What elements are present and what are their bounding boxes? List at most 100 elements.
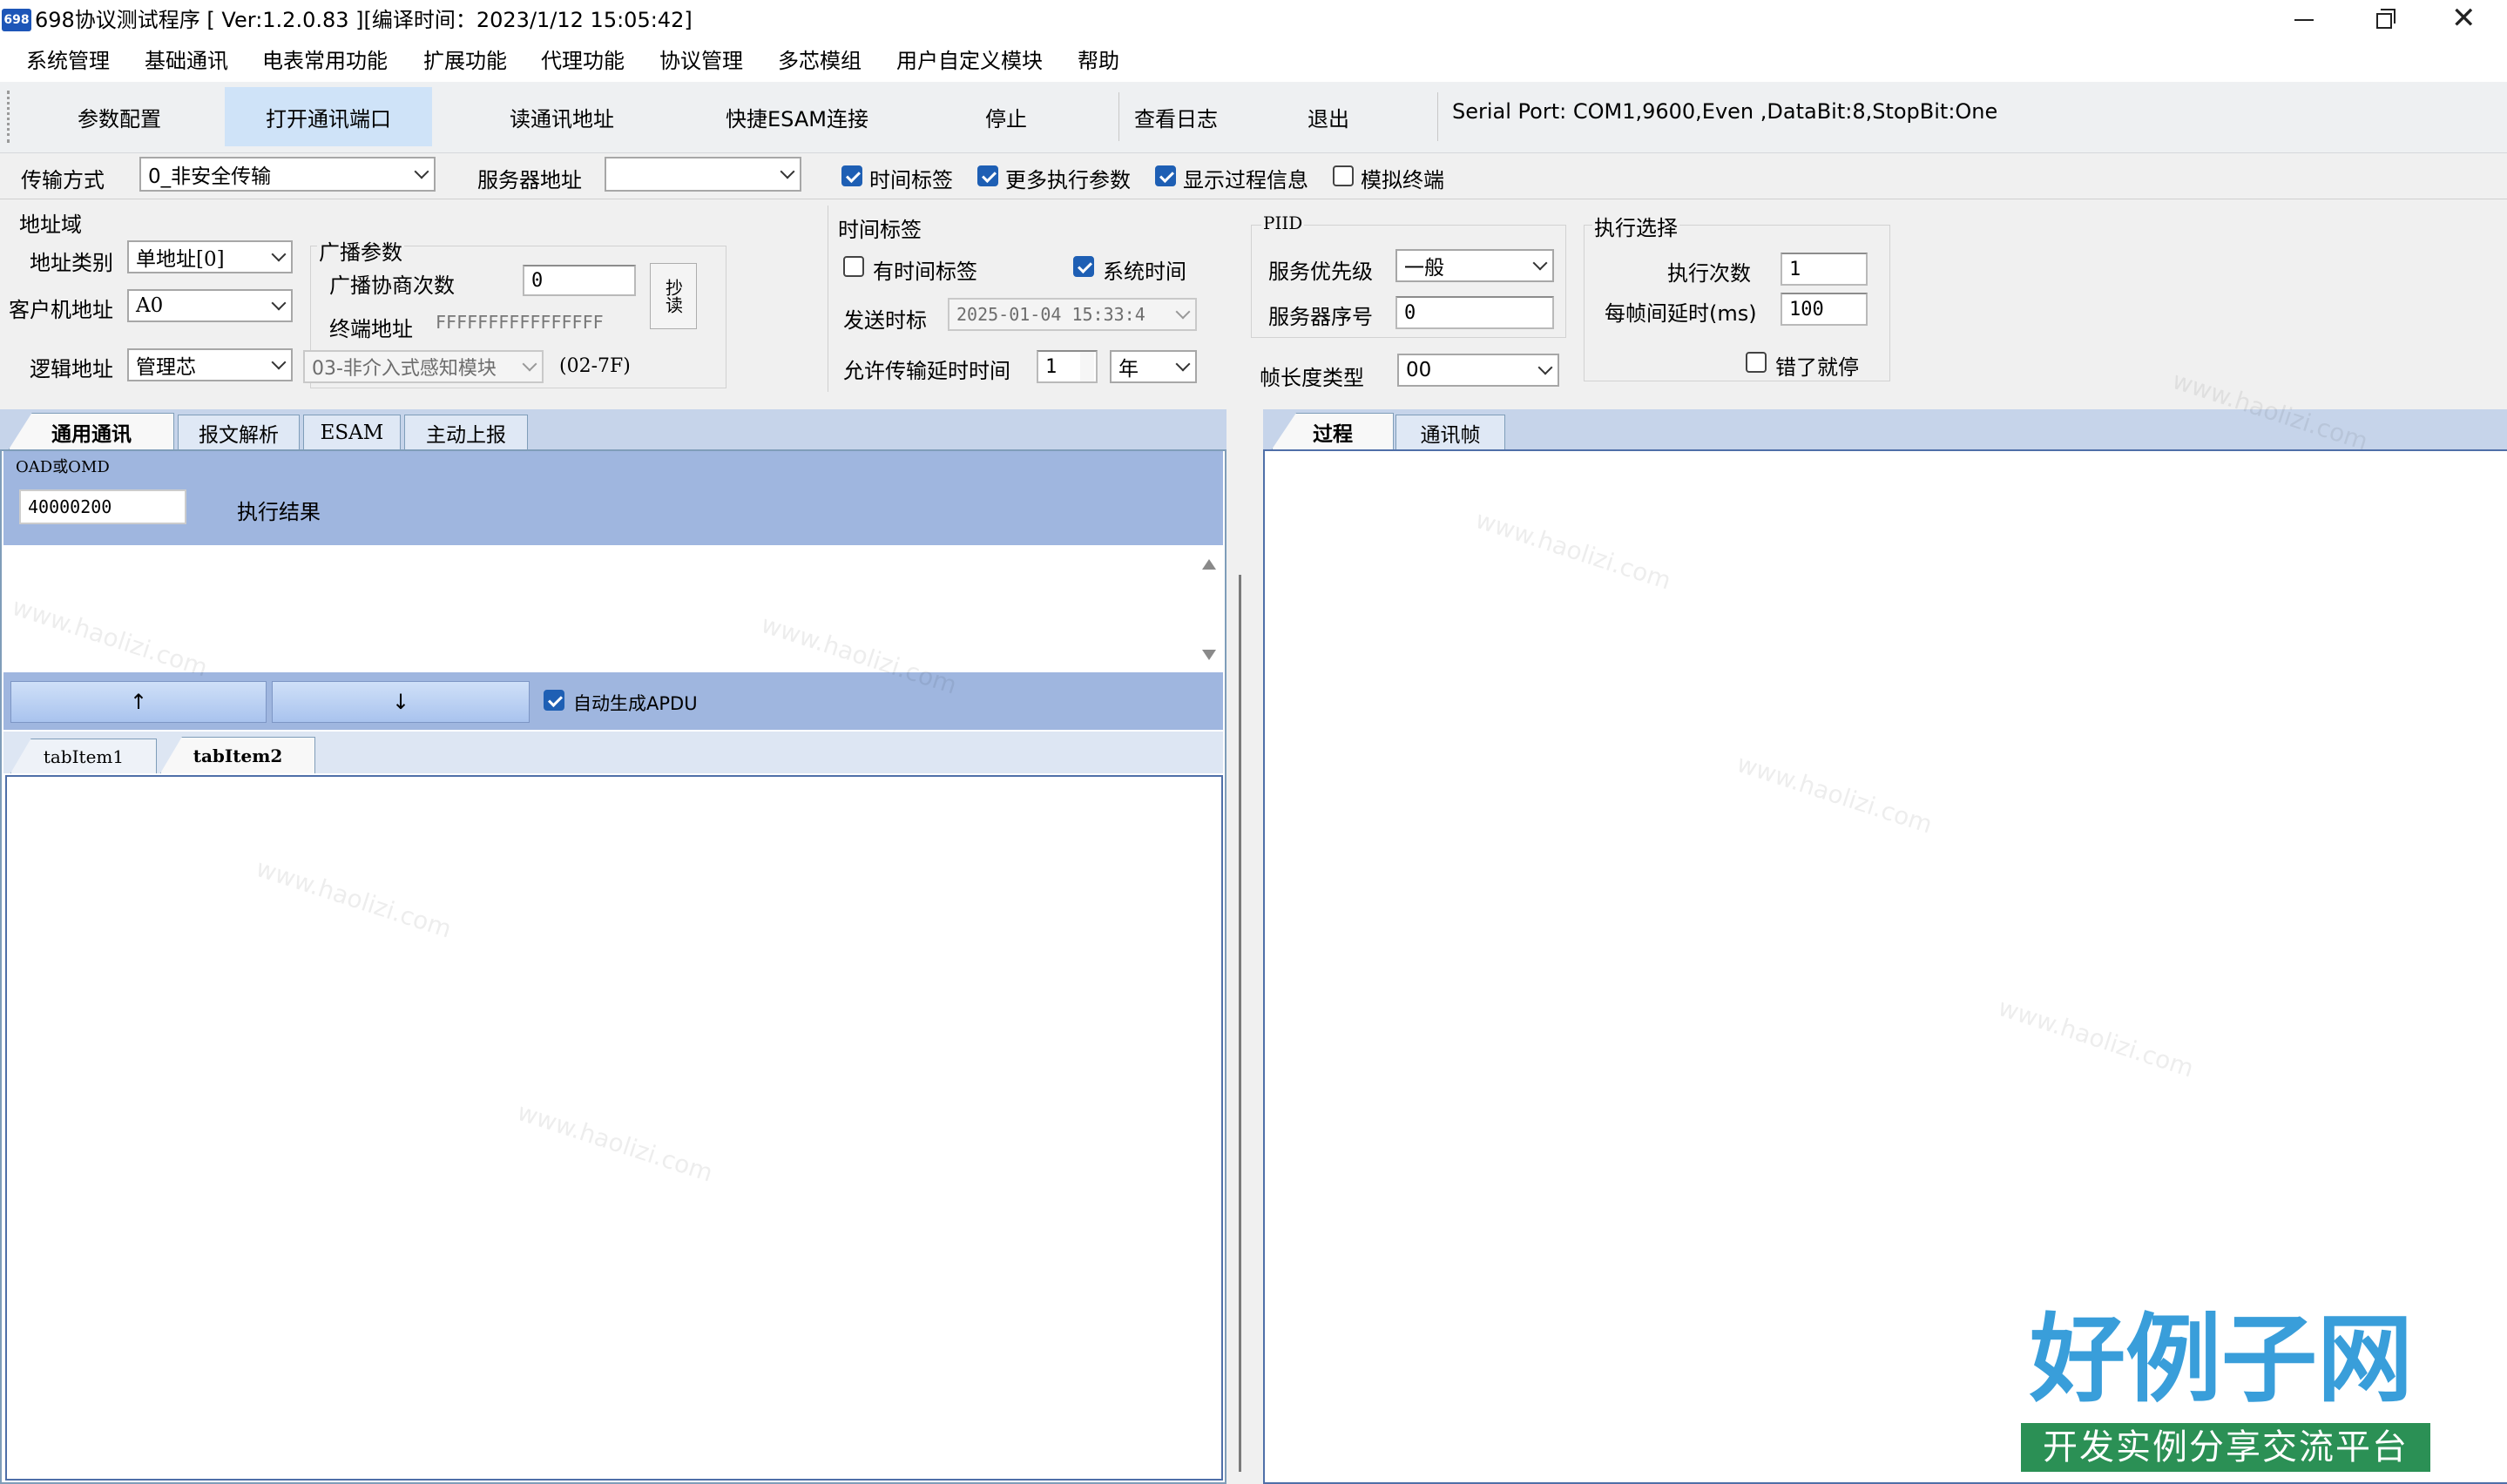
stop-on-error-checkbox[interactable] xyxy=(1746,352,1767,373)
restore-icon[interactable] xyxy=(2376,9,2397,30)
toolbar-grip xyxy=(7,91,10,143)
menu-protocol[interactable]: 协议管理 xyxy=(659,51,743,71)
menu-system[interactable]: 系统管理 xyxy=(26,51,110,71)
minimize-icon[interactable] xyxy=(2294,19,2314,21)
chevron-down-icon xyxy=(271,354,287,370)
esam-connect-button[interactable]: 快捷ESAM连接 xyxy=(697,87,897,146)
logic-address-range: (02-7F) xyxy=(559,355,631,377)
tab-message-parse[interactable]: 报文解析 xyxy=(178,415,300,449)
delay-unit-select[interactable]: 年 xyxy=(1110,350,1197,383)
service-priority-select[interactable]: 一般 xyxy=(1395,249,1554,282)
spinner-icon[interactable] xyxy=(1080,352,1094,381)
open-port-button[interactable]: 打开通讯端口 xyxy=(225,87,432,146)
address-type-value: 单地址[0] xyxy=(136,248,225,271)
broadcast-negotiation-input[interactable]: 0 xyxy=(523,265,636,296)
toolbar-separator xyxy=(1118,92,1119,141)
frame-length-value: 00 xyxy=(1406,359,1432,381)
logo-sub-text: 开发实例分享交流平台 xyxy=(2021,1423,2430,1472)
menu-user-module[interactable]: 用户自定义模块 xyxy=(896,51,1043,71)
menu-bar: 系统管理 基础通讯 电表常用功能 扩展功能 代理功能 协议管理 多芯模组 用户自… xyxy=(0,42,2507,82)
system-time-label: 系统时间 xyxy=(1103,260,1186,284)
oad-label: OAD或OMD xyxy=(16,458,110,476)
frame-delay-input[interactable]: 100 xyxy=(1781,293,1868,326)
move-down-button[interactable]: ↓ xyxy=(272,681,530,723)
stop-on-error-label: 错了就停 xyxy=(1775,355,1859,380)
haolizi-logo: 好例子网 开发实例分享交流平台 xyxy=(2012,1312,2430,1477)
has-time-tag-checkbox[interactable] xyxy=(843,256,864,277)
service-priority-label: 服务优先级 xyxy=(1268,260,1373,284)
exit-button[interactable]: 退出 xyxy=(1281,87,1376,146)
send-time-picker[interactable]: 2025-01-04 15:33:4 xyxy=(948,298,1197,331)
frame-length-select[interactable]: 00 xyxy=(1397,354,1559,387)
splitter-handle[interactable] xyxy=(1239,575,1241,1472)
broadcast-group-title: 广播参数 xyxy=(317,235,404,266)
scroll-down-icon[interactable] xyxy=(1202,650,1216,660)
window-title: 698协议测试程序 [ Ver:1.2.0.83 ][编译时间：2023/1/1… xyxy=(35,8,693,32)
transfer-mode-label: 传输方式 xyxy=(21,168,105,192)
tab-active-report-label: 主动上报 xyxy=(426,423,506,447)
close-icon[interactable]: ✕ xyxy=(2451,3,2477,33)
time-tag-checkbox[interactable] xyxy=(841,165,862,186)
chevron-down-icon xyxy=(414,164,429,179)
title-bar: 698 698协议测试程序 [ Ver:1.2.0.83 ][编译时间：2023… xyxy=(0,0,2507,42)
auto-apdu-label: 自动生成APDU xyxy=(573,693,698,714)
sub-tab-content xyxy=(5,775,1223,1481)
client-address-label: 客户机地址 xyxy=(9,298,113,322)
move-up-button[interactable]: ↑ xyxy=(10,681,267,723)
server-address-select[interactable] xyxy=(605,157,801,192)
delay-unit-value: 年 xyxy=(1118,358,1139,381)
tab-esam-label: ESAM xyxy=(320,421,384,444)
menu-basic-comm[interactable]: 基础通讯 xyxy=(145,51,228,71)
menu-help[interactable]: 帮助 xyxy=(1078,51,1119,71)
server-address-label: 服务器地址 xyxy=(477,168,582,192)
chevron-down-icon xyxy=(1532,255,1548,271)
module-type-select[interactable]: 03-非介入式感知模块 xyxy=(303,350,544,383)
service-priority-value: 一般 xyxy=(1404,257,1444,280)
tab-esam[interactable]: ESAM xyxy=(303,415,401,449)
system-time-checkbox[interactable] xyxy=(1073,256,1094,277)
scroll-up-icon[interactable] xyxy=(1202,559,1216,570)
arrow-down-icon: ↓ xyxy=(391,690,410,714)
oad-input[interactable]: 40000200 xyxy=(19,489,186,524)
transfer-delay-label: 允许传输延时时间 xyxy=(843,359,1010,383)
address-type-label: 地址类别 xyxy=(30,251,113,275)
transfer-mode-select[interactable]: 0_非安全传输 xyxy=(139,157,436,192)
tab-item-2[interactable]: tabItem2 xyxy=(160,737,315,773)
view-log-button[interactable]: 查看日志 xyxy=(1124,87,1228,146)
auto-apdu-checkbox[interactable] xyxy=(544,690,564,711)
show-process-checkbox-label: 显示过程信息 xyxy=(1183,168,1308,192)
server-serial-input[interactable]: 0 xyxy=(1395,296,1554,329)
stop-button[interactable]: 停止 xyxy=(941,87,1071,146)
client-address-select[interactable]: A0 xyxy=(127,289,293,322)
tab-item-1[interactable]: tabItem1 xyxy=(10,739,157,773)
show-process-checkbox[interactable] xyxy=(1155,165,1176,186)
frame-length-label: 帧长度类型 xyxy=(1260,366,1364,390)
terminal-address-value[interactable]: FFFFFFFFFFFFFFFF xyxy=(436,312,604,333)
menu-extension[interactable]: 扩展功能 xyxy=(423,51,507,71)
tab-active-report[interactable]: 主动上报 xyxy=(404,415,528,449)
simulate-terminal-checkbox[interactable] xyxy=(1333,165,1354,186)
menu-meter-functions[interactable]: 电表常用功能 xyxy=(262,51,388,71)
simulate-terminal-checkbox-label: 模拟终端 xyxy=(1361,168,1444,192)
apdu-text-area[interactable] xyxy=(3,547,1195,671)
menu-multicore[interactable]: 多芯模组 xyxy=(778,51,862,71)
app-icon: 698 xyxy=(2,9,31,31)
read-address-button[interactable]: 读通讯地址 xyxy=(462,87,662,146)
tab-comm-frame[interactable]: 通讯帧 xyxy=(1395,415,1505,449)
tab-item-2-label: tabItem2 xyxy=(193,745,283,766)
read-button[interactable]: 抄读 xyxy=(650,263,697,329)
splitter[interactable] xyxy=(1226,409,1263,1484)
address-type-select[interactable]: 单地址[0] xyxy=(127,240,293,273)
serial-port-status: Serial Port: COM1,9600,Even ,DataBit:8,S… xyxy=(1452,99,1998,124)
more-params-checkbox[interactable] xyxy=(977,165,998,186)
menu-proxy[interactable]: 代理功能 xyxy=(541,51,625,71)
tab-item-1-label: tabItem1 xyxy=(43,745,125,767)
exec-count-input[interactable]: 1 xyxy=(1781,253,1868,286)
exec-count-label: 执行次数 xyxy=(1667,261,1751,286)
logic-address-value: 管理芯 xyxy=(136,356,196,379)
tab-process-label: 过程 xyxy=(1313,422,1353,446)
tab-general-comm[interactable]: 通用通讯 xyxy=(9,413,174,449)
logic-address-select[interactable]: 管理芯 xyxy=(127,348,293,381)
vertical-scrollbar[interactable] xyxy=(1195,547,1221,671)
param-config-button[interactable]: 参数配置 xyxy=(26,87,213,146)
